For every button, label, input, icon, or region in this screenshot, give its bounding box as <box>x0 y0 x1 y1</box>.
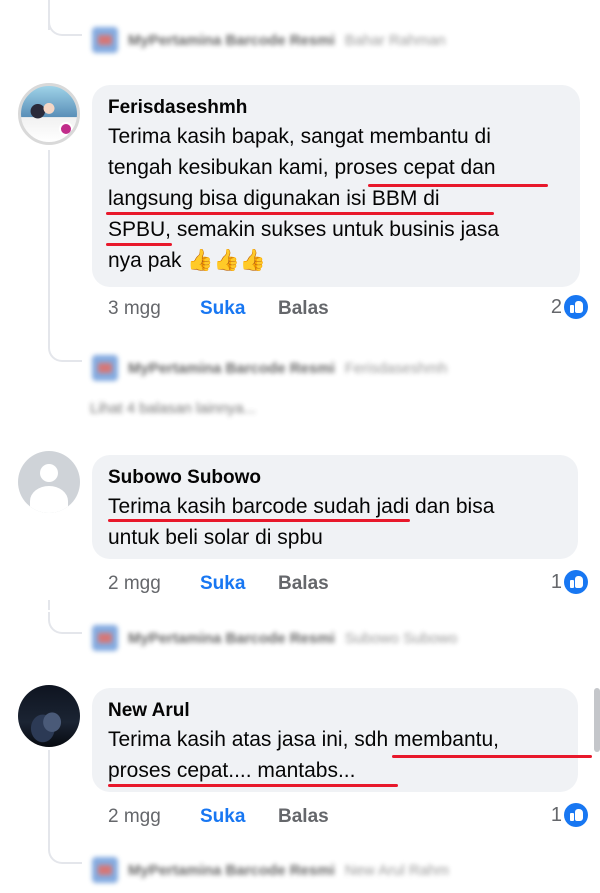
reaction-count: 1 <box>550 570 562 593</box>
like-icon <box>564 295 588 319</box>
like-button[interactable]: Suka <box>200 573 278 595</box>
blurred-reply-text: Bahar Rahman <box>344 31 446 49</box>
reply-connector <box>48 842 82 864</box>
reply-connector <box>48 340 82 362</box>
reaction-count: 1 <box>550 803 562 826</box>
comment-line: nya pak 👍👍👍 <box>108 249 266 272</box>
comment-bubble: Subowo Subowo Terima kasih barcode sudah… <box>92 455 578 559</box>
highlight-underline <box>106 243 172 246</box>
highlight-underline <box>106 212 494 215</box>
page-avatar <box>92 857 118 883</box>
default-avatar-body-icon <box>30 486 68 513</box>
thread-line <box>48 150 50 340</box>
comment-actions: 2 mgg Suka Balas <box>108 569 329 599</box>
comment-text: Terima kasih barcode sudah jadi dan bisa… <box>108 491 564 553</box>
comment-line: tengah kesibukan kami, proses cepat dan <box>108 156 496 179</box>
reaction-count: 2 <box>550 295 562 318</box>
reaction-summary[interactable]: 2 <box>551 292 588 322</box>
comment-line: untuk beli solar di spbu <box>108 526 323 549</box>
avatar[interactable] <box>18 451 80 513</box>
blurred-reply-name: MyPertamina Barcode Resmi <box>128 629 335 647</box>
comment-line: SPBU, semakin sukses untuk businis jasa <box>108 218 500 241</box>
highlight-underline <box>392 755 592 758</box>
blurred-reply[interactable]: MyPertamina Barcode Resmi Ferisdaseshmh <box>92 354 447 382</box>
comment-line: Terima kasih barcode sudah jadi dan bisa <box>108 495 495 518</box>
page-avatar <box>92 27 118 53</box>
reaction-summary[interactable]: 1 <box>551 567 588 597</box>
default-avatar-head-icon <box>40 464 58 482</box>
comment-author[interactable]: New Arul <box>108 698 564 724</box>
blurred-reply-text: Subowo Subowo <box>344 629 458 647</box>
comment-actions: 3 mgg Suka Balas <box>108 294 329 324</box>
reply-button[interactable]: Balas <box>278 806 329 828</box>
scrollbar-thumb[interactable] <box>594 688 600 752</box>
comment-time[interactable]: 2 mgg <box>108 806 200 828</box>
reaction-summary[interactable]: 1 <box>551 800 588 830</box>
blurred-reply-name: MyPertamina Barcode Resmi <box>128 359 335 377</box>
blurred-reply[interactable]: MyPertamina Barcode Resmi Bahar Rahman <box>92 26 446 54</box>
reply-button[interactable]: Balas <box>278 573 329 595</box>
highlight-underline <box>108 519 410 522</box>
comment-line: langsung bisa digunakan isi BBM di <box>108 187 440 210</box>
like-icon <box>564 803 588 827</box>
like-icon <box>564 570 588 594</box>
view-more-replies-link[interactable]: Lihat 4 balasan lainnya... <box>90 400 256 417</box>
blurred-reply-text: Ferisdaseshmh <box>344 359 448 377</box>
comment-bubble: New Arul Terima kasih atas jasa ini, sdh… <box>92 688 578 792</box>
comment-author[interactable]: Ferisdaseshmh <box>108 95 566 121</box>
comment-time[interactable]: 2 mgg <box>108 573 200 595</box>
highlight-underline <box>368 184 548 187</box>
reply-connector <box>48 612 82 634</box>
comment-line: Terima kasih atas jasa ini, sdh membantu… <box>108 728 500 751</box>
reply-connector <box>48 14 82 36</box>
blurred-reply[interactable]: MyPertamina Barcode Resmi New Arul Rahm <box>92 856 449 884</box>
comment-time[interactable]: 3 mgg <box>108 298 200 320</box>
thread-line <box>48 750 50 842</box>
page-avatar <box>92 625 118 651</box>
like-button[interactable]: Suka <box>200 298 278 320</box>
blurred-reply-text: New Arul Rahm <box>344 861 449 879</box>
frame-badge-icon <box>59 122 73 136</box>
avatar[interactable] <box>18 83 80 145</box>
comment-line: Terima kasih bapak, sangat membantu di <box>108 125 491 148</box>
avatar[interactable] <box>18 685 80 747</box>
comment-actions: 2 mgg Suka Balas <box>108 802 329 832</box>
highlight-underline <box>108 784 398 787</box>
blurred-reply-name: MyPertamina Barcode Resmi <box>128 861 335 879</box>
comment-line: proses cepat.... mantabs... <box>108 759 356 782</box>
thread-line <box>48 600 50 610</box>
comment-text: Terima kasih bapak, sangat membantu di t… <box>108 121 566 276</box>
blurred-reply-name: MyPertamina Barcode Resmi <box>128 31 335 49</box>
comment-author[interactable]: Subowo Subowo <box>108 465 564 491</box>
reply-button[interactable]: Balas <box>278 298 329 320</box>
page-avatar <box>92 355 118 381</box>
like-button[interactable]: Suka <box>200 806 278 828</box>
blurred-reply[interactable]: MyPertamina Barcode Resmi Subowo Subowo <box>92 624 457 652</box>
